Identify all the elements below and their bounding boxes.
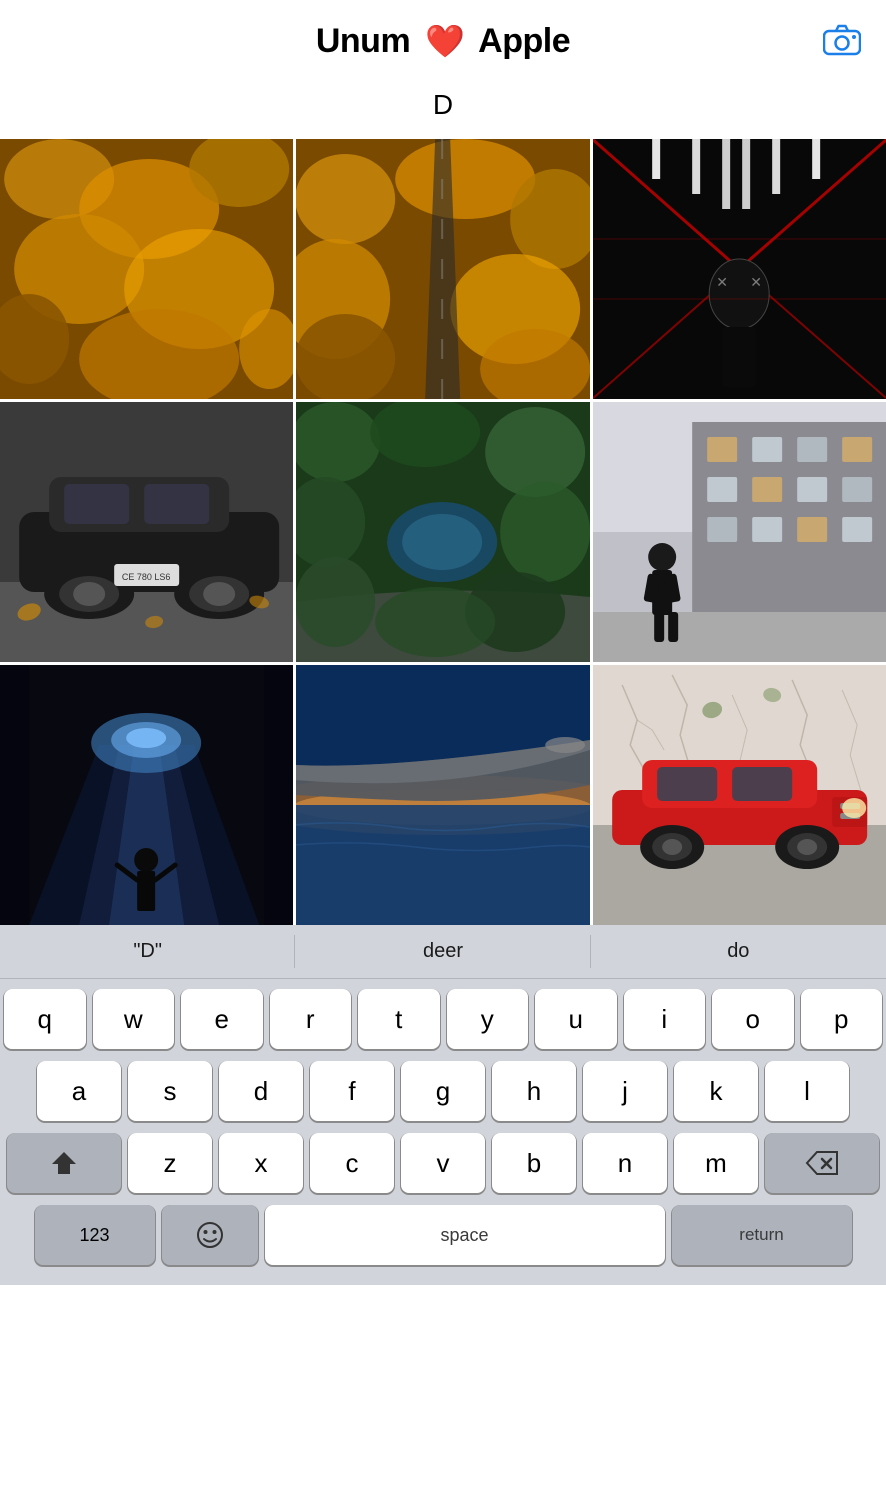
photo-2[interactable] <box>296 139 589 399</box>
photo-5[interactable] <box>296 402 589 662</box>
autocorrect-item-3[interactable]: do <box>591 925 886 978</box>
autocorrect-bar: "D" deer do <box>0 925 886 979</box>
space-label: space <box>440 1225 488 1246</box>
photo-1[interactable] <box>0 139 293 399</box>
autocorrect-label-2: deer <box>423 940 463 963</box>
key-j[interactable]: j <box>583 1061 667 1121</box>
key-u[interactable]: u <box>535 989 617 1049</box>
autocorrect-label-1: "D" <box>133 940 162 963</box>
autocorrect-label-3: do <box>727 940 749 963</box>
key-g[interactable]: g <box>401 1061 485 1121</box>
key-f[interactable]: f <box>310 1061 394 1121</box>
emoji-icon <box>195 1220 225 1250</box>
shift-key[interactable] <box>7 1133 121 1193</box>
key-m[interactable]: m <box>674 1133 758 1193</box>
search-input-wrap <box>33 89 853 121</box>
key-y[interactable]: y <box>447 989 529 1049</box>
search-bar <box>0 79 886 139</box>
camera-button[interactable] <box>820 18 864 62</box>
key-a[interactable]: a <box>37 1061 121 1121</box>
key-w[interactable]: w <box>93 989 175 1049</box>
emoji-key[interactable] <box>162 1205 258 1265</box>
key-k[interactable]: k <box>674 1061 758 1121</box>
delete-icon <box>805 1150 839 1176</box>
key-n[interactable]: n <box>583 1133 667 1193</box>
keyboard-row-2: a s d f g h j k l <box>4 1061 882 1121</box>
photo-7[interactable] <box>0 665 293 925</box>
keyboard-row-3: z x c v b n m <box>4 1133 882 1193</box>
key-r[interactable]: r <box>270 989 352 1049</box>
key-h[interactable]: h <box>492 1061 576 1121</box>
key-s[interactable]: s <box>128 1061 212 1121</box>
key-o[interactable]: o <box>712 989 794 1049</box>
key-123[interactable]: 123 <box>35 1205 155 1265</box>
key-e[interactable]: e <box>181 989 263 1049</box>
photo-8[interactable] <box>296 665 589 925</box>
title-unum: Unum <box>316 22 410 60</box>
key-x[interactable]: x <box>219 1133 303 1193</box>
key-t[interactable]: t <box>358 989 440 1049</box>
svg-text:✕: ✕ <box>750 274 762 290</box>
camera-icon <box>823 24 861 56</box>
autocorrect-item-2[interactable]: deer <box>295 925 590 978</box>
heart-icon: ❤️ <box>425 23 464 59</box>
shift-icon <box>50 1150 78 1176</box>
title-apple: Apple <box>478 22 570 60</box>
key-c[interactable]: c <box>310 1133 394 1193</box>
key-z[interactable]: z <box>128 1133 212 1193</box>
photo-grid: ✕ ✕ <box>0 139 886 925</box>
key-d[interactable]: d <box>219 1061 303 1121</box>
photo-6[interactable] <box>593 402 886 662</box>
photo-4[interactable]: CE 780 LS6 <box>0 402 293 662</box>
photo-3[interactable]: ✕ ✕ <box>593 139 886 399</box>
delete-key[interactable] <box>765 1133 879 1193</box>
key-p[interactable]: p <box>801 989 883 1049</box>
autocorrect-item-1[interactable]: "D" <box>0 925 295 978</box>
header: Unum ❤️ Apple <box>0 0 886 79</box>
key-q[interactable]: q <box>4 989 86 1049</box>
key-l[interactable]: l <box>765 1061 849 1121</box>
key-i[interactable]: i <box>624 989 706 1049</box>
svg-text:CE 780 LS6: CE 780 LS6 <box>122 572 171 582</box>
key-123-label: 123 <box>79 1225 109 1246</box>
search-input[interactable] <box>33 89 853 121</box>
svg-text:✕: ✕ <box>716 274 728 290</box>
return-label: return <box>739 1225 783 1245</box>
key-v[interactable]: v <box>401 1133 485 1193</box>
header-title: Unum ❤️ Apple <box>316 22 570 61</box>
return-key[interactable]: return <box>672 1205 852 1265</box>
keyboard-row-4: 123 space return <box>4 1205 882 1265</box>
photo-9[interactable] <box>593 665 886 925</box>
space-key[interactable]: space <box>265 1205 665 1265</box>
keyboard: q w e r t y u i o p a s d f g h j k l z … <box>0 979 886 1285</box>
key-b[interactable]: b <box>492 1133 576 1193</box>
keyboard-row-1: q w e r t y u i o p <box>4 989 882 1049</box>
